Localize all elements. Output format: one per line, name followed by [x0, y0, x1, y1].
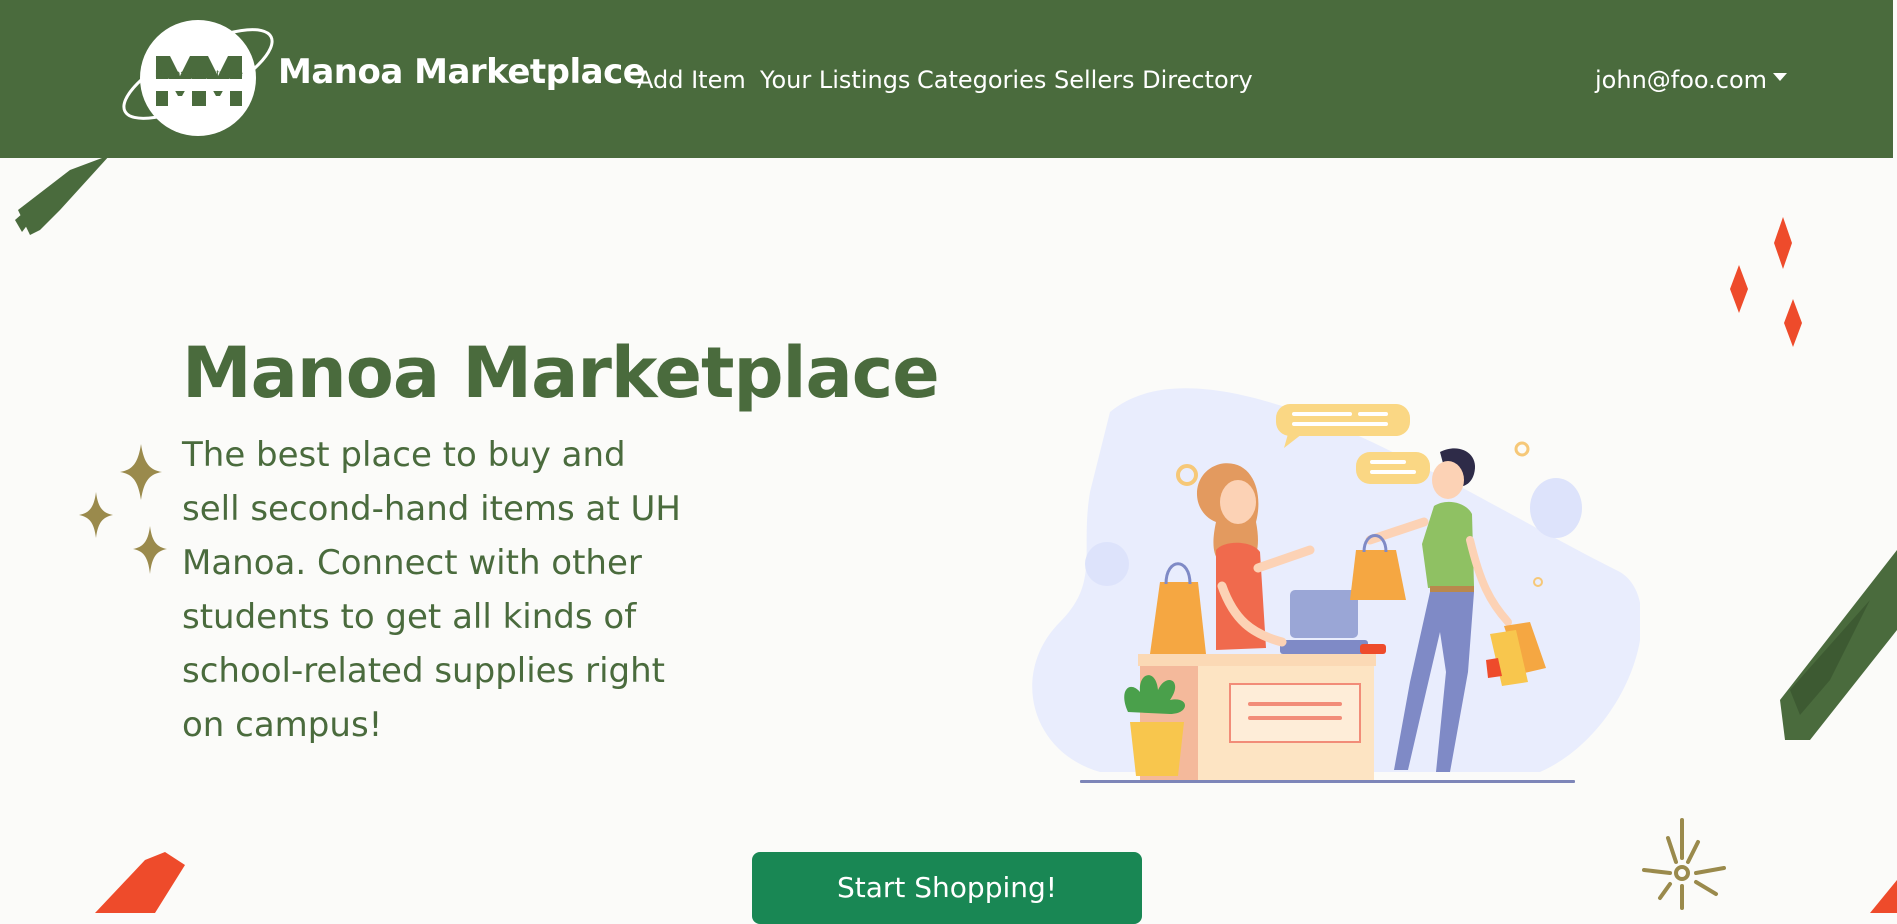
green-brush-decoration-right — [1780, 550, 1897, 740]
hero-description: The best place to buy and sell second-ha… — [182, 435, 681, 745]
gold-sparkles-decoration — [79, 444, 167, 574]
red-corner-decoration — [1870, 880, 1897, 913]
user-dropdown[interactable]: john@foo.com — [1595, 66, 1788, 94]
logo[interactable]: Manoa Marketplace — [108, 14, 283, 142]
caret-down-icon — [1773, 73, 1788, 81]
red-sparkles-decoration — [1730, 217, 1802, 347]
user-email: john@foo.com — [1595, 66, 1768, 94]
nav-sellers-directory[interactable]: Sellers Directory — [1054, 66, 1253, 94]
nav-categories[interactable]: Categories — [917, 66, 1046, 94]
hero-title: Manoa Marketplace — [182, 332, 940, 414]
red-brush-decoration — [95, 852, 185, 913]
logo-text: Manoa Marketplace — [155, 69, 243, 80]
brand-title[interactable]: Manoa Marketplace — [278, 52, 646, 92]
start-shopping-button[interactable]: Start Shopping! — [752, 852, 1142, 924]
nav-add-item[interactable]: Add Item — [637, 66, 746, 94]
shopping-illustration — [1032, 388, 1640, 783]
nav-your-listings[interactable]: Your Listings — [760, 66, 910, 94]
green-brush-decoration — [15, 155, 110, 235]
navbar: Manoa Marketplace Manoa Marketplace Add … — [0, 0, 1893, 158]
gold-burst-decoration — [1642, 818, 1726, 910]
